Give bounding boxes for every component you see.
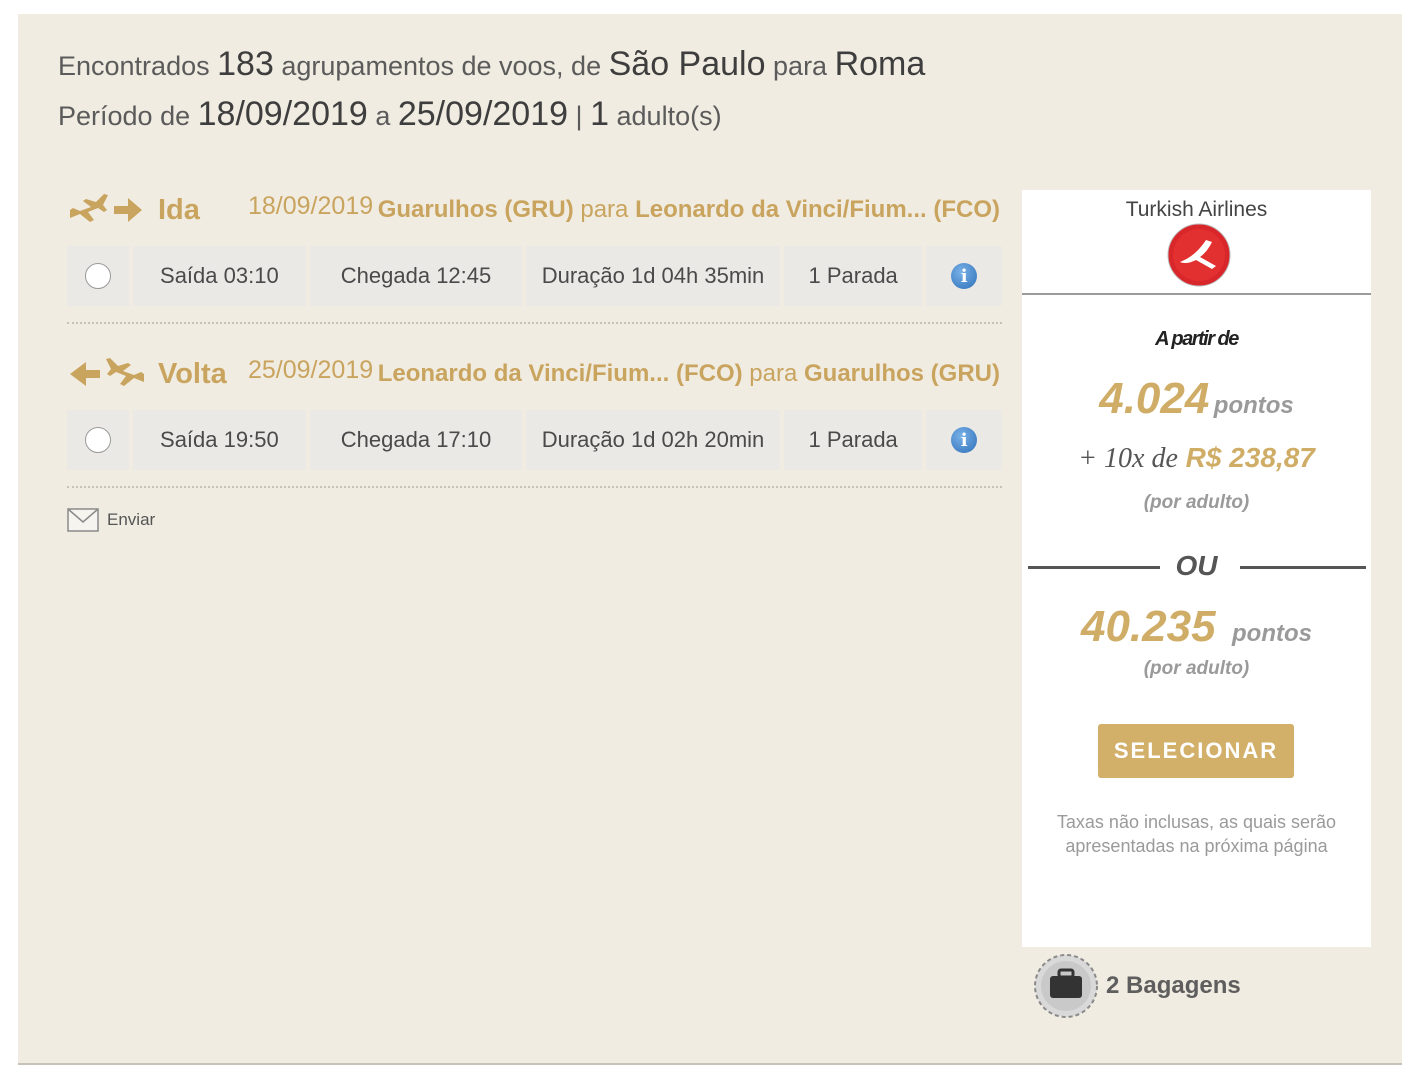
date-to: 25/09/2019: [397, 95, 569, 133]
inbound-date: 25/09/2019: [248, 356, 374, 384]
inbound-flight-row[interactable]: Saída 19:50 Chegada 17:10 Duração 1d 02h…: [67, 410, 1003, 470]
inbound-info-cell[interactable]: i: [926, 410, 1003, 470]
inbound-radio-cell[interactable]: [67, 410, 129, 470]
plane-right-icon: [70, 194, 142, 222]
summary-line-1: Encontrados 183 agrupamentos de voos, de…: [58, 45, 926, 83]
outbound-radio-cell[interactable]: [67, 246, 129, 306]
outbound-info-cell[interactable]: i: [926, 246, 1003, 306]
per-adult-label: (por adulto): [1143, 492, 1250, 513]
outbound-flight-row[interactable]: Saída 03:10 Chegada 12:45 Duração 1d 04h…: [67, 246, 1003, 306]
summary-line-2: Período de 18/09/2019 a 25/09/2019 | 1 a…: [58, 95, 722, 133]
send-link[interactable]: Enviar: [67, 508, 155, 532]
outbound-arrival: Chegada 12:45: [309, 246, 523, 306]
inbound-header: Volta 25/09/2019 Leonardo da Vinci/Fium.…: [66, 352, 1000, 396]
select-button[interactable]: SELECIONAR: [1098, 724, 1294, 778]
adult-count: 1: [590, 95, 609, 133]
points-only-price: 40.235 pontos: [1022, 602, 1371, 652]
card-divider: [1022, 293, 1371, 295]
per-adult-label: (por adulto): [1143, 658, 1250, 679]
inbound-radio[interactable]: [84, 427, 111, 453]
outbound-radio[interactable]: [84, 263, 111, 289]
installment-amount: R$ 238,87: [1185, 442, 1315, 473]
installment-price: + 10x de R$ 238,87: [1078, 442, 1315, 474]
points-price: 4.024 pontos: [1022, 374, 1371, 424]
inbound-stops: 1 Parada: [783, 410, 923, 470]
outbound-route: Guarulhos (GRU) para Leonardo da Vinci/F…: [377, 196, 1000, 223]
result-count: 183: [217, 45, 274, 83]
offer-card: Turkish Airlines A partir de 4.024 ponto…: [1022, 190, 1371, 947]
points-only-value: 40.235: [1080, 602, 1216, 651]
inbound-arrival: Chegada 17:10: [309, 410, 523, 470]
outbound-label: Ida: [158, 194, 200, 226]
info-icon[interactable]: i: [951, 427, 978, 453]
points-label: pontos: [1232, 620, 1312, 647]
origin-city: São Paulo: [608, 45, 766, 83]
search-summary: Encontrados 183 agrupamentos de voos, de…: [58, 40, 925, 140]
bottom-divider: [18, 1063, 1402, 1065]
dotted-divider: [67, 486, 1002, 488]
outbound-duration: Duração 1d 04h 35min: [526, 246, 780, 306]
plane-left-icon: [70, 358, 144, 386]
inbound-duration: Duração 1d 02h 20min: [526, 410, 780, 470]
info-icon[interactable]: i: [951, 263, 978, 289]
turkish-airlines-logo: [1167, 223, 1231, 287]
inbound-label: Volta: [158, 358, 227, 390]
airline-name: Turkish Airlines: [1125, 198, 1268, 221]
baggage-count: 2 Bagagens: [1106, 972, 1241, 999]
destination-city: Roma: [834, 45, 926, 83]
tax-note: Taxas não inclusas, as quais serão apres…: [1056, 812, 1337, 856]
points-value: 4.024: [1099, 374, 1210, 423]
envelope-icon: [67, 508, 99, 532]
suitcase-icon: [1034, 954, 1098, 1018]
outbound-date: 18/09/2019: [248, 192, 374, 220]
or-line-right: [1240, 566, 1366, 569]
baggage-info: 2 Bagagens: [1030, 952, 1241, 1020]
from-label: A partir de: [1155, 328, 1239, 350]
inbound-departure: Saída 19:50: [132, 410, 306, 470]
outbound-header: Ida 18/09/2019 Guarulhos (GRU) para Leon…: [66, 188, 1000, 232]
outbound-departure: Saída 03:10: [132, 246, 306, 306]
date-from: 18/09/2019: [197, 95, 368, 133]
outbound-stops: 1 Parada: [783, 246, 923, 306]
send-label: Enviar: [107, 510, 156, 529]
inbound-route: Leonardo da Vinci/Fium... (FCO) para Gua…: [377, 360, 1000, 387]
points-label: pontos: [1213, 392, 1294, 419]
dotted-divider: [67, 322, 1002, 324]
